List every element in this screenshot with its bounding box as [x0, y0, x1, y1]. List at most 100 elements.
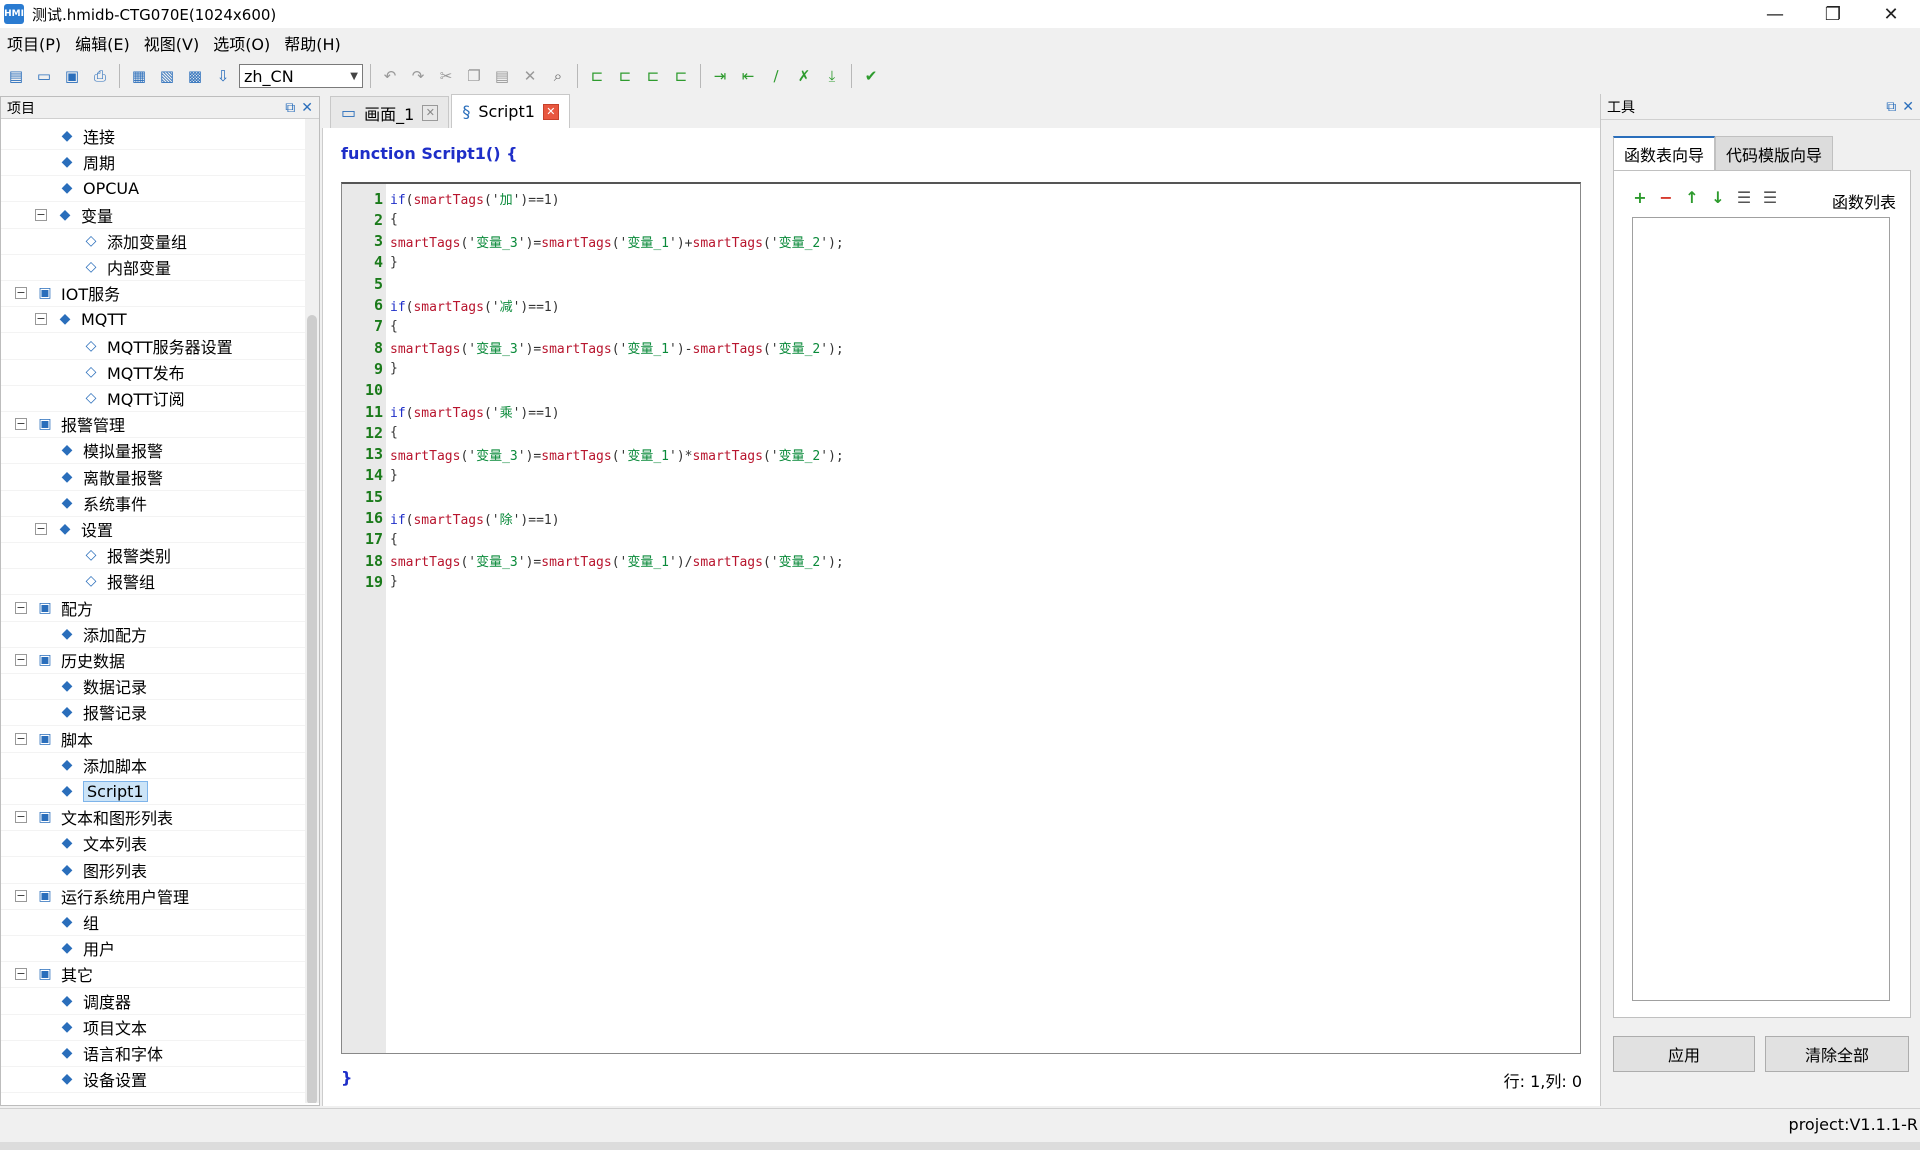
undo-icon[interactable]: ↶: [378, 64, 402, 88]
tree-item[interactable]: ◇ 报警类别: [81, 542, 171, 568]
simulate-icon[interactable]: ▧: [155, 64, 179, 88]
tree-item[interactable]: ◆ 离散量报警: [57, 464, 163, 490]
download-icon[interactable]: ▩: [183, 64, 207, 88]
tag-f-icon[interactable]: ⊏: [613, 64, 637, 88]
collapse-toggle-icon[interactable]: −: [15, 287, 27, 300]
import-icon[interactable]: ⤓: [820, 64, 844, 88]
collapse-toggle-icon[interactable]: −: [15, 889, 27, 902]
tree-item[interactable]: − ▣ 其它: [15, 961, 93, 987]
tree-item[interactable]: − ◆ 设置: [35, 516, 113, 542]
collapse-toggle-icon[interactable]: −: [15, 968, 27, 981]
function-list[interactable]: [1632, 217, 1890, 1001]
open-folder-icon[interactable]: ▭: [32, 64, 56, 88]
copy-icon[interactable]: ❐: [462, 64, 486, 88]
tree-item[interactable]: − ▣ 文本和图形列表: [15, 804, 173, 830]
tree-item[interactable]: ◆ 数据记录: [57, 673, 147, 699]
collapse-toggle-icon[interactable]: −: [15, 601, 27, 614]
tree-item[interactable]: ◆ 项目文本: [57, 1014, 147, 1040]
find-icon[interactable]: ⌕: [546, 64, 570, 88]
add-icon[interactable]: +: [1632, 189, 1648, 207]
tree-item[interactable]: ◇ MQTT服务器设置: [81, 333, 233, 359]
tag-c-icon[interactable]: ⊏: [585, 64, 609, 88]
tree-item[interactable]: ◆ 设备设置: [57, 1066, 147, 1092]
menu-project[interactable]: 项目(P): [0, 32, 68, 58]
indent-list-icon[interactable]: ☰: [1736, 189, 1752, 207]
tree-item[interactable]: − ▣ 历史数据: [15, 647, 125, 673]
close-panel-icon[interactable]: ✕: [1902, 99, 1914, 115]
tree-item[interactable]: ◆ 语言和字体: [57, 1040, 163, 1066]
save-icon[interactable]: ▣: [60, 64, 84, 88]
close-button[interactable]: ✕: [1862, 0, 1920, 28]
tab-function-wizard[interactable]: 函数表向导: [1613, 136, 1716, 170]
tree-item[interactable]: ◆ 文本列表: [57, 830, 147, 856]
collapse-toggle-icon[interactable]: −: [15, 811, 27, 824]
tree-item[interactable]: ◆ 组: [57, 909, 99, 935]
tree-item[interactable]: ◆ 报警记录: [57, 699, 147, 725]
tree-scrollbar-thumb[interactable]: [307, 315, 317, 1103]
tree-item[interactable]: − ▣ 报警管理: [15, 411, 125, 437]
redo-icon[interactable]: ↷: [406, 64, 430, 88]
tree-item[interactable]: ◆ 调度器: [57, 988, 131, 1014]
tab-screen-1[interactable]: ▭ 画面_1 ✕: [330, 96, 450, 128]
print-icon[interactable]: ⎙: [88, 64, 112, 88]
tree-item[interactable]: − ◆ MQTT: [35, 306, 127, 332]
tree-item[interactable]: ◆ 模拟量报警: [57, 437, 163, 463]
indent-icon[interactable]: ⇥: [708, 64, 732, 88]
outdent-list-icon[interactable]: ☰: [1762, 189, 1778, 207]
upload-icon[interactable]: ⇩: [211, 64, 235, 88]
collapse-toggle-icon[interactable]: −: [35, 208, 47, 221]
tree-item[interactable]: ◆ Script1: [57, 778, 148, 804]
cut-icon[interactable]: ✂: [434, 64, 458, 88]
tree-item[interactable]: − ▣ 配方: [15, 595, 93, 621]
uncomment-icon[interactable]: ✗: [792, 64, 816, 88]
tree-item[interactable]: − ◆ 变量: [35, 202, 113, 228]
language-select[interactable]: zh_CN ▼: [239, 64, 363, 88]
outdent-icon[interactable]: ⇤: [736, 64, 760, 88]
move-down-icon[interactable]: ↓: [1710, 189, 1726, 207]
collapse-toggle-icon[interactable]: −: [15, 732, 27, 745]
tree-item[interactable]: ◆ 连接: [57, 123, 115, 149]
tree-scrollbar[interactable]: [305, 119, 319, 1103]
move-up-icon[interactable]: ↑: [1684, 189, 1700, 207]
menu-view[interactable]: 视图(V): [137, 32, 206, 58]
compile-icon[interactable]: ▦: [127, 64, 151, 88]
tree-item[interactable]: ◇ 报警组: [81, 568, 155, 594]
new-file-icon[interactable]: ▤: [4, 64, 28, 88]
tree-item[interactable]: ◆ 系统事件: [57, 490, 147, 516]
collapse-toggle-icon[interactable]: −: [15, 654, 27, 666]
float-panel-icon[interactable]: ⧉: [1886, 99, 1896, 115]
remove-icon[interactable]: −: [1658, 189, 1674, 207]
tab-code-template-wizard[interactable]: 代码模版向导: [1715, 136, 1834, 170]
paste-icon[interactable]: ▤: [490, 64, 514, 88]
tab-script1[interactable]: § Script1 ✕: [451, 94, 570, 128]
menu-help[interactable]: 帮助(H): [277, 32, 348, 58]
clear-all-button[interactable]: 清除全部: [1765, 1036, 1909, 1072]
tree-item[interactable]: ◇ MQTT发布: [81, 359, 185, 385]
tree-item[interactable]: ◇ MQTT订阅: [81, 385, 185, 411]
tag-sv-icon[interactable]: ⊏: [641, 64, 665, 88]
collapse-toggle-icon[interactable]: −: [35, 523, 47, 535]
tree-item[interactable]: ◆ 周期: [57, 149, 115, 175]
code-editor[interactable]: 1 if(smartTags('加')==1) 2{3 smartTags('变量_3…: [341, 182, 1581, 1054]
restore-button[interactable]: ❐: [1804, 0, 1862, 28]
delete-icon[interactable]: ✕: [518, 64, 542, 88]
tree-item[interactable]: ◆ 图形列表: [57, 857, 147, 883]
float-panel-icon[interactable]: ⧉: [285, 100, 295, 116]
check-icon[interactable]: ✔: [859, 64, 883, 88]
collapse-toggle-icon[interactable]: −: [35, 313, 47, 326]
tree-item[interactable]: ◆ 用户: [57, 935, 115, 961]
tree-item[interactable]: ◆ 添加脚本: [57, 752, 147, 778]
menu-edit[interactable]: 编辑(E): [68, 32, 137, 58]
tree-item[interactable]: − ▣ 运行系统用户管理: [15, 883, 189, 909]
close-icon[interactable]: ✕: [542, 103, 559, 120]
close-panel-icon[interactable]: ✕: [301, 100, 313, 116]
tree-item[interactable]: − ▣ 脚本: [15, 726, 93, 752]
tree-item[interactable]: ◆ OPCUA: [57, 175, 139, 201]
collapse-toggle-icon[interactable]: −: [15, 418, 27, 431]
close-icon[interactable]: ✕: [422, 104, 439, 121]
comment-icon[interactable]: ∕: [764, 64, 788, 88]
menu-options[interactable]: 选项(O): [206, 32, 277, 58]
tree-item[interactable]: ◆ 添加配方: [57, 621, 147, 647]
tag-sf-icon[interactable]: ⊏: [669, 64, 693, 88]
tree-item[interactable]: − ▣ IOT服务: [15, 280, 120, 306]
